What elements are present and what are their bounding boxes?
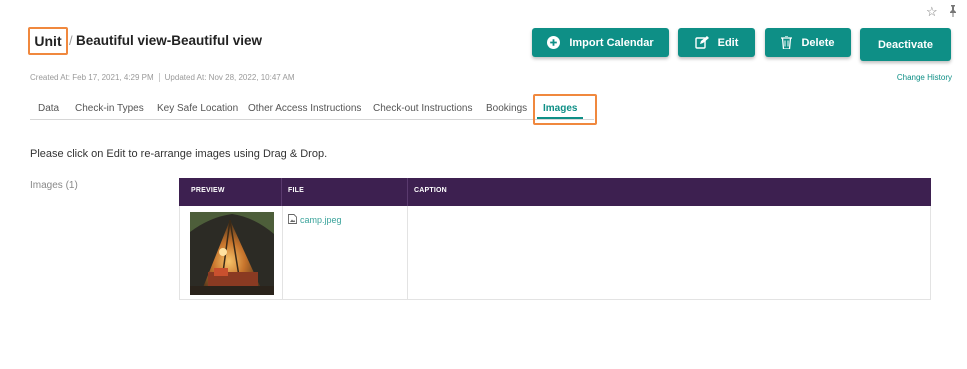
page-title: Beautiful view-Beautiful view	[76, 33, 263, 48]
tab-data[interactable]: Data	[38, 103, 59, 114]
preview-thumbnail[interactable]	[190, 212, 274, 296]
breadcrumb-separator: /	[69, 33, 73, 48]
instruction-text: Please click on Edit to re-arrange image…	[30, 148, 328, 160]
file-name[interactable]: camp.jpeg	[300, 215, 342, 225]
tab-other-access-instructions[interactable]: Other Access Instructions	[248, 103, 361, 114]
plus-circle-icon	[547, 36, 561, 49]
tab-check-out-instructions[interactable]: Check-out Instructions	[373, 103, 473, 114]
edit-button[interactable]: Edit	[678, 28, 755, 57]
timestamps: Created At: Feb 17, 2021, 4:29 PM Updated…	[30, 73, 295, 83]
deactivate-label: Deactivate	[877, 38, 934, 51]
delete-button[interactable]: Delete	[765, 28, 851, 57]
pin-icon[interactable]	[948, 5, 958, 20]
column-header-preview: PREVIEW	[191, 187, 225, 194]
change-history-link[interactable]: Change History	[897, 73, 952, 82]
images-count-label: Images (1)	[30, 180, 78, 191]
header-divider	[407, 178, 408, 206]
header-divider	[281, 178, 282, 206]
edit-label: Edit	[717, 36, 739, 49]
column-divider	[407, 206, 408, 300]
file-image-icon	[288, 214, 297, 226]
column-header-caption: CAPTION	[414, 187, 447, 194]
tab-key-safe-location[interactable]: Key Safe Location	[157, 103, 238, 114]
file-link[interactable]: camp.jpeg	[288, 214, 342, 226]
delete-label: Delete	[801, 36, 835, 49]
star-outline-icon[interactable]: ☆	[926, 4, 938, 20]
created-at: Created At: Feb 17, 2021, 4:29 PM	[30, 73, 154, 82]
updated-at: Updated At: Nov 28, 2022, 10:47 AM	[164, 73, 295, 82]
import-calendar-label: Import Calendar	[569, 36, 654, 49]
meta-divider	[158, 73, 160, 83]
breadcrumb-unit[interactable]: Unit	[28, 27, 68, 55]
edit-icon	[694, 36, 709, 49]
deactivate-button[interactable]: Deactivate	[860, 28, 951, 61]
trash-icon	[781, 36, 793, 49]
images-tab-highlight	[533, 94, 597, 125]
tab-bookings[interactable]: Bookings	[486, 103, 527, 114]
import-calendar-button[interactable]: Import Calendar	[532, 28, 669, 57]
table-row	[190, 212, 274, 296]
column-divider	[282, 206, 283, 300]
tab-check-in-types[interactable]: Check-in Types	[75, 103, 144, 114]
column-header-file: FILE	[288, 187, 304, 194]
